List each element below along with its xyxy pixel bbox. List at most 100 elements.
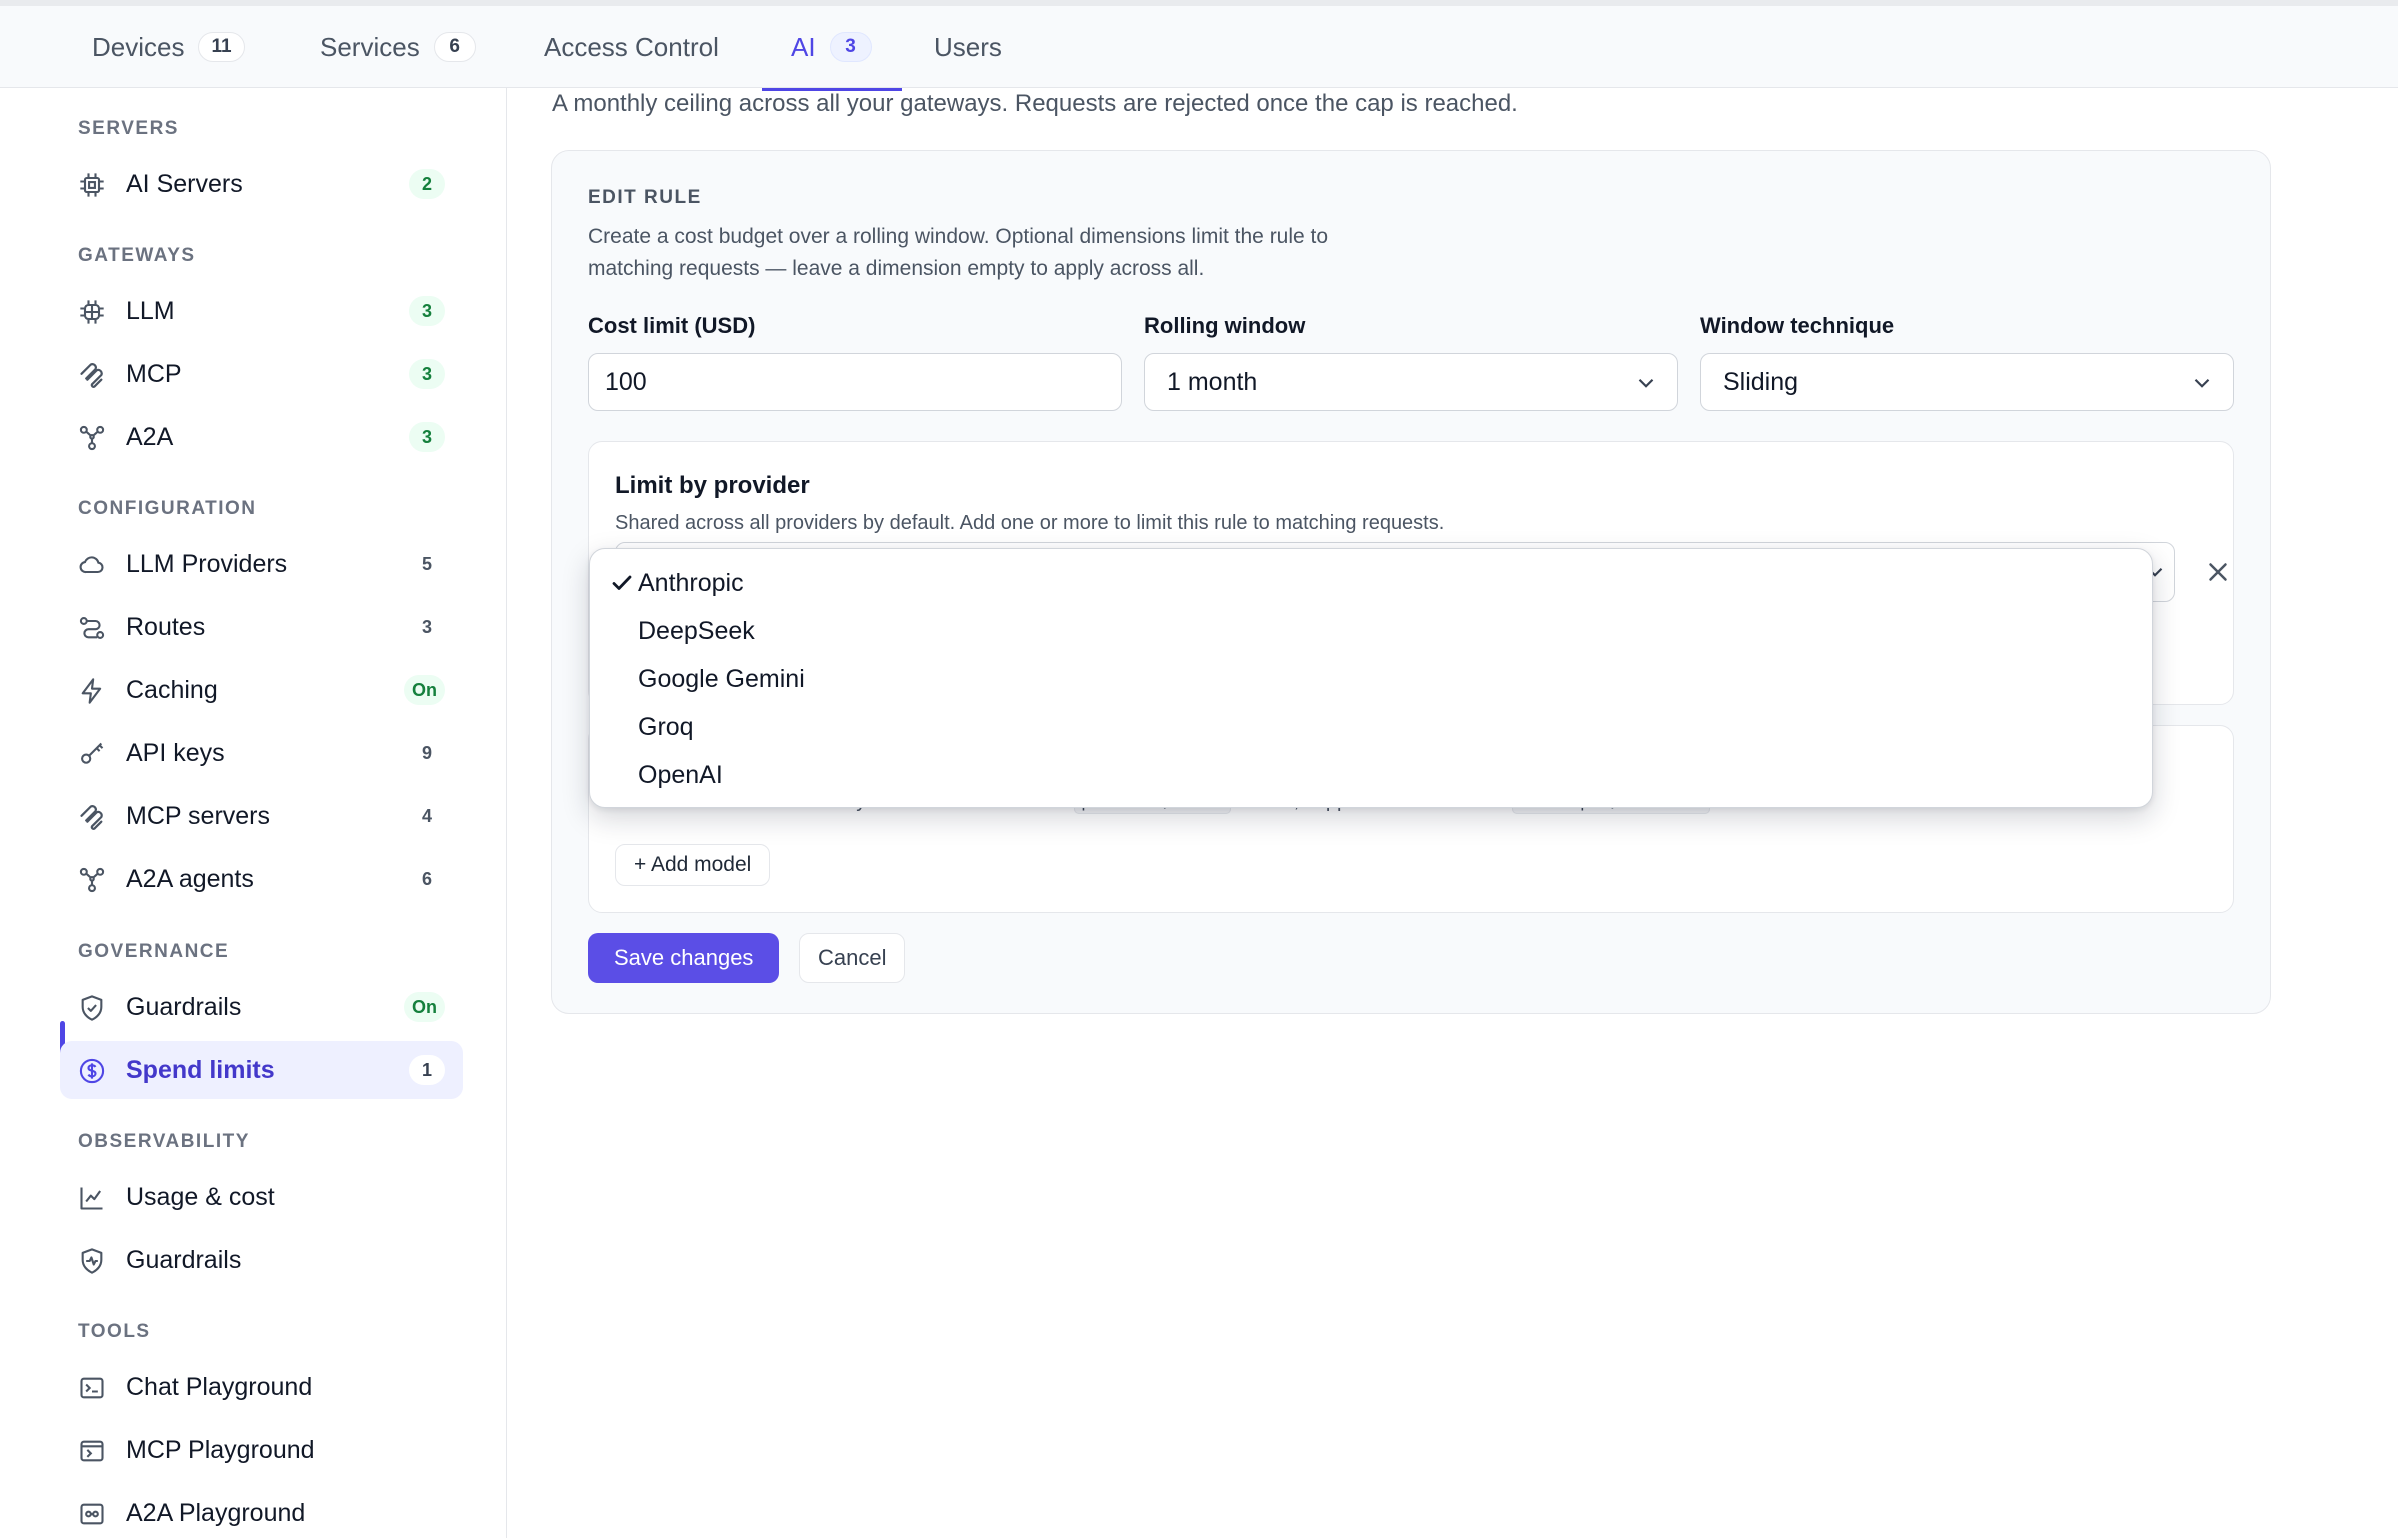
sidebar-item-a2a[interactable]: A2A 3 [60, 408, 463, 466]
sidebar-item-label: API keys [126, 738, 225, 767]
sidebar-item-caching[interactable]: Caching On [60, 661, 463, 719]
sidebar: SERVERS AI Servers 2 GATEWAYS LLM 3 MCP … [0, 88, 507, 1538]
sidebar-item-mcp-servers[interactable]: MCP servers 4 [60, 787, 463, 845]
sidebar-item-chat-playground[interactable]: Chat Playground [60, 1358, 463, 1416]
sidebar-item-mcp-playground[interactable]: MCP Playground [60, 1421, 463, 1479]
sidebar-item-label: Spend limits [126, 1055, 275, 1084]
terminal-icon [78, 1437, 106, 1465]
sidebar-item-label: AI Servers [126, 169, 243, 198]
window-technique-label: Window technique [1700, 313, 1895, 338]
top-nav: Devices 11 Services 6 Access Control AI … [0, 0, 2398, 91]
save-button[interactable]: Save changes [588, 933, 780, 983]
sidebar-item-guardrails[interactable]: Guardrails On [60, 978, 463, 1036]
mcp-icon [78, 361, 106, 389]
limit-by-provider-title: Limit by provider [615, 472, 810, 499]
tab-label: AI [791, 31, 816, 62]
tab-label: Access Control [544, 31, 719, 62]
sidebar-item-llm[interactable]: LLM 3 [60, 282, 463, 340]
sidebar-item-label: Caching [126, 675, 218, 704]
sidebar-item-label: Routes [126, 612, 206, 641]
shield-check-icon [78, 994, 106, 1022]
count-badge: 9 [409, 738, 445, 768]
sidebar-item-mcp[interactable]: MCP 3 [60, 345, 463, 403]
dollar-circle-icon [78, 1057, 106, 1085]
chip-icon [78, 298, 106, 326]
sidebar-item-obs-guardrails[interactable]: Guardrails [60, 1231, 463, 1289]
count-badge: 5 [409, 549, 445, 579]
section-gateways: GATEWAYS [78, 245, 196, 266]
sidebar-item-label: Guardrails [126, 992, 242, 1021]
window-technique-value: Sliding [1723, 367, 1799, 396]
sidebar-item-usage-cost[interactable]: Usage & cost [60, 1168, 463, 1226]
rolling-window-value: 1 month [1167, 367, 1258, 396]
dropdown-option-google-gemini[interactable]: Google Gemini [590, 655, 2152, 703]
sidebar-item-a2a-agents[interactable]: A2A agents 6 [60, 850, 463, 908]
chip-icon [78, 171, 106, 199]
status-badge: On [404, 675, 445, 705]
sidebar-item-label: A2A Playground [126, 1498, 306, 1527]
cloud-icon [78, 551, 106, 579]
bolt-icon [78, 677, 106, 705]
tab-services[interactable]: Services 6 [320, 6, 476, 88]
cost-limit-label: Cost limit (USD) [588, 313, 756, 338]
tab-count: 3 [829, 32, 872, 62]
cost-limit-input[interactable]: 100 [588, 353, 1122, 411]
cost-limit-value: 100 [605, 367, 647, 396]
window-technique-select[interactable]: Sliding [1700, 353, 2234, 411]
tab-count: 11 [198, 32, 245, 62]
sidebar-item-llm-providers[interactable]: LLM Providers 5 [60, 535, 463, 593]
cancel-button[interactable]: Cancel [799, 933, 906, 983]
sidebar-item-ai-servers[interactable]: AI Servers 2 [60, 155, 463, 213]
dropdown-option-groq[interactable]: Groq [590, 703, 2152, 751]
sidebar-item-label: Usage & cost [126, 1182, 275, 1211]
count-badge: 3 [409, 422, 445, 452]
rolling-window-select[interactable]: 1 month [1144, 353, 1678, 411]
mcp-icon [78, 803, 106, 831]
sidebar-item-spend-limits[interactable]: Spend limits 1 [60, 1041, 463, 1099]
sidebar-item-routes[interactable]: Routes 3 [60, 598, 463, 656]
tab-devices[interactable]: Devices 11 [92, 6, 245, 88]
shield-pulse-icon [78, 1247, 106, 1275]
terminal-icon [78, 1374, 106, 1402]
add-model-button[interactable]: + Add model [615, 844, 771, 886]
option-label: Anthropic [638, 568, 744, 597]
route-icon [78, 614, 106, 642]
sidebar-item-label: MCP [126, 359, 182, 388]
chart-line-icon [78, 1184, 106, 1212]
section-configuration: CONFIGURATION [78, 498, 257, 519]
remove-provider-icon[interactable] [2203, 557, 2233, 587]
count-badge: 6 [409, 864, 445, 894]
sidebar-item-label: A2A agents [126, 864, 254, 893]
tab-users[interactable]: Users [934, 6, 1002, 88]
count-badge: 4 [409, 801, 445, 831]
sidebar-item-api-keys[interactable]: API keys 9 [60, 724, 463, 782]
edit-rule-title: EDIT RULE [588, 187, 702, 208]
edit-rule-description: Create a cost budget over a rolling wind… [588, 225, 1329, 280]
option-label: OpenAI [638, 760, 723, 789]
limit-by-provider-description: Shared across all providers by default. … [615, 512, 1445, 534]
dropdown-option-openai[interactable]: OpenAI [590, 751, 2152, 799]
count-badge: 3 [409, 296, 445, 326]
count-badge: 3 [409, 612, 445, 642]
key-icon [78, 740, 106, 768]
count-badge: 2 [409, 169, 445, 199]
tab-count: 6 [433, 32, 476, 62]
chevron-down-icon [1633, 370, 1659, 396]
dropdown-option-deepseek[interactable]: DeepSeek [590, 607, 2152, 655]
page-intro: A monthly ceiling across all your gatewa… [552, 90, 1518, 117]
network-icon [78, 424, 106, 452]
network-icon [78, 866, 106, 894]
tab-ai[interactable]: AI 3 [791, 6, 872, 88]
sidebar-item-label: LLM Providers [126, 549, 288, 578]
tab-access-control[interactable]: Access Control [544, 6, 719, 88]
rolling-window-label: Rolling window [1144, 313, 1306, 338]
option-label: DeepSeek [638, 616, 755, 645]
dropdown-option-anthropic[interactable]: Anthropic [590, 559, 2152, 607]
section-observability: OBSERVABILITY [78, 1131, 250, 1152]
count-badge: 3 [409, 359, 445, 389]
section-servers: SERVERS [78, 118, 179, 139]
check-icon [610, 571, 634, 595]
status-badge: On [404, 992, 445, 1022]
sidebar-item-a2a-playground[interactable]: A2A Playground [60, 1484, 463, 1538]
option-label: Groq [638, 712, 694, 741]
